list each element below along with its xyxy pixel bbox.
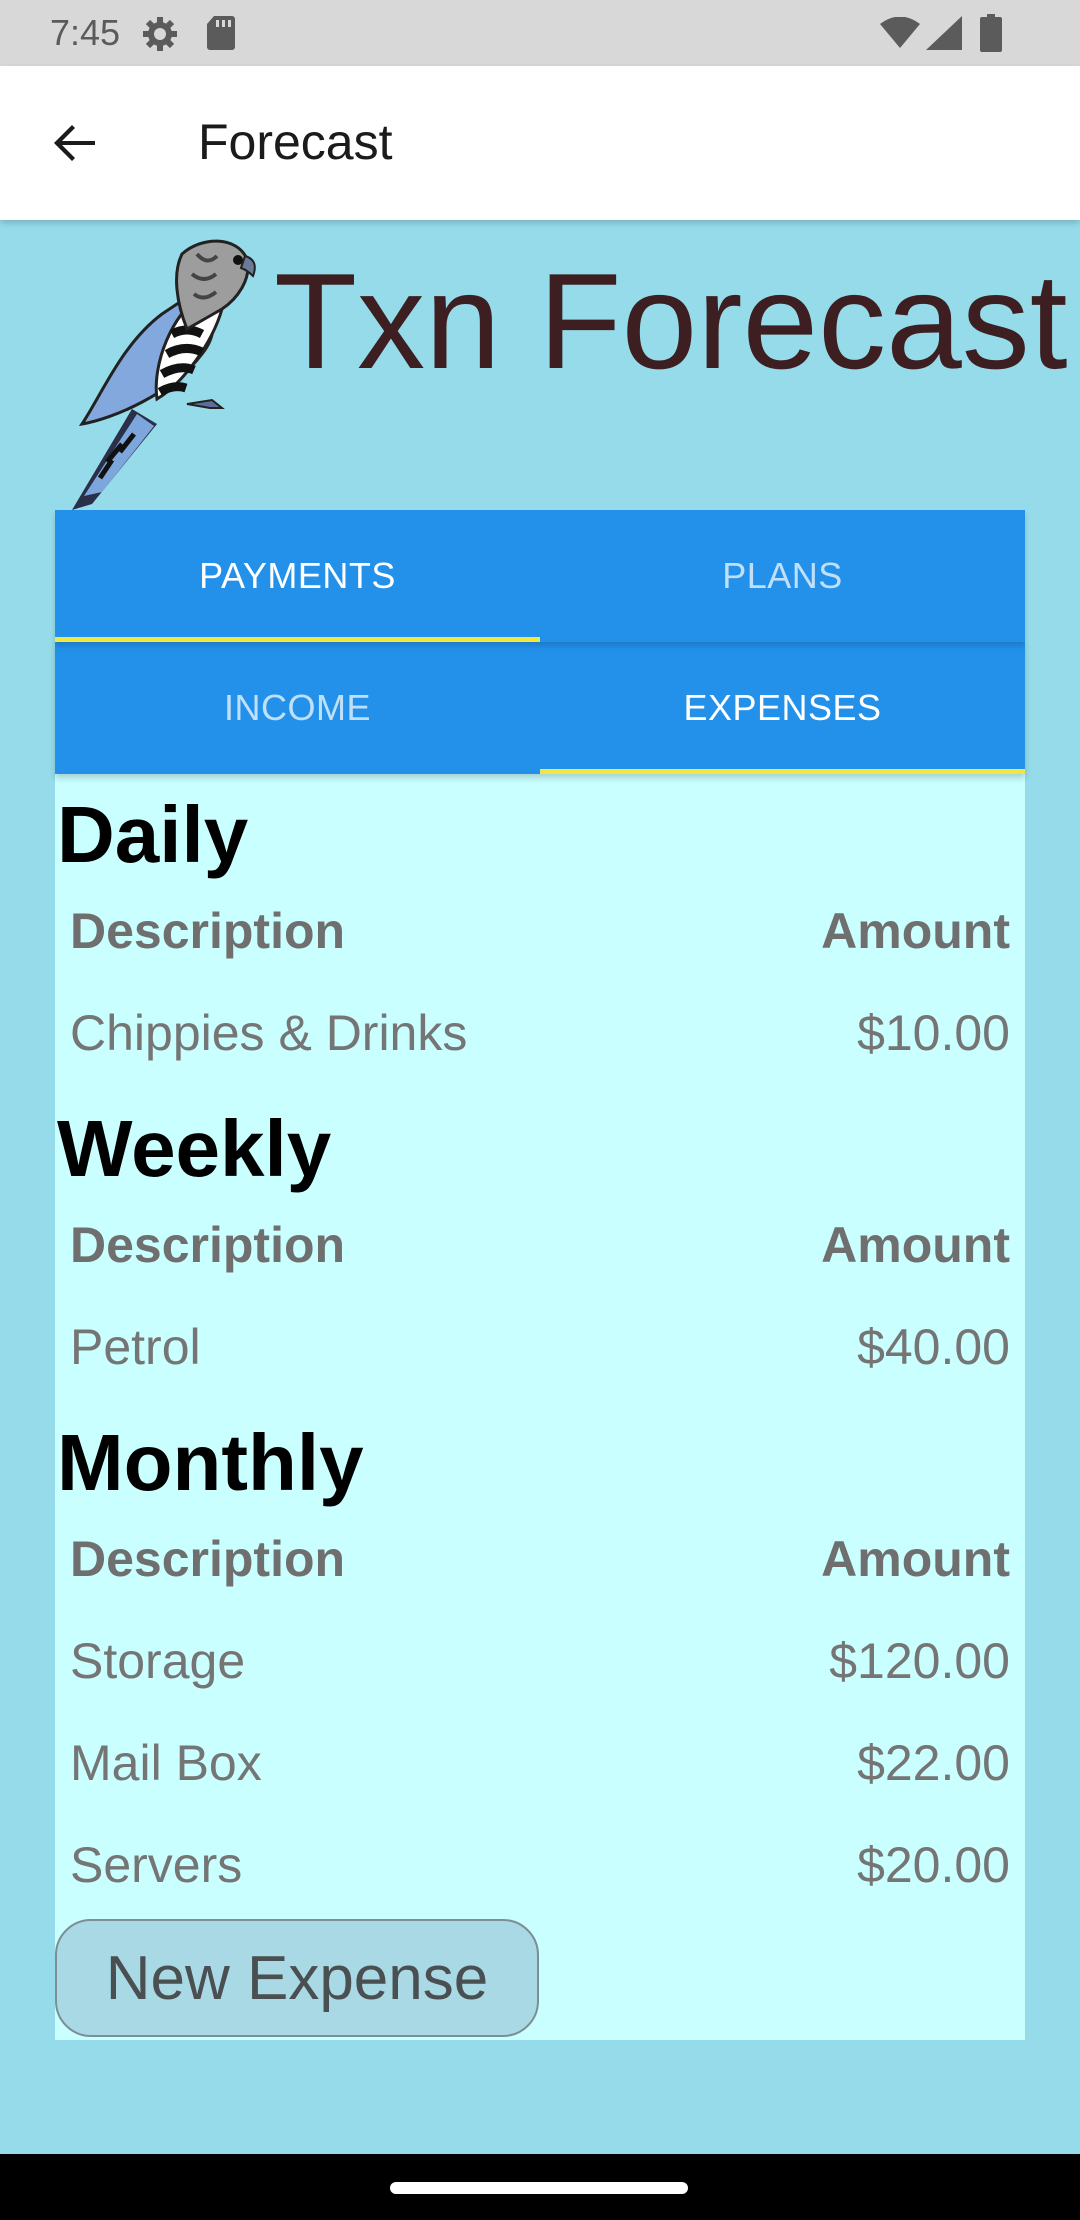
section-heading: Daily	[57, 790, 249, 879]
row-description: Petrol	[70, 1319, 201, 1375]
status-time: 7:45	[50, 12, 121, 53]
arrow-left-icon	[51, 119, 99, 172]
column-amount: Amount	[821, 903, 1010, 959]
primary-tabs: PAYMENTS PLANS	[55, 510, 1025, 642]
parrot-logo	[62, 234, 276, 510]
row-description: Storage	[70, 1633, 246, 1689]
gear-icon	[140, 14, 180, 54]
column-description: Description	[70, 1531, 346, 1587]
table-row[interactable]: Storage $120.00	[55, 1610, 1025, 1712]
tab-payments[interactable]: PAYMENTS	[55, 510, 540, 642]
home-indicator[interactable]	[390, 2182, 688, 2194]
table-header: Description Amount	[55, 1194, 1025, 1296]
table-header: Description Amount	[55, 1508, 1025, 1610]
forecast-card: PAYMENTS PLANS INCOME EXPENSES Daily Des…	[55, 510, 1025, 2040]
section-monthly: Monthly Description Amount Storage $120.…	[55, 1418, 1025, 1916]
section-daily: Daily Description Amount Chippies & Drin…	[55, 790, 1025, 1084]
secondary-tabs: INCOME EXPENSES	[55, 642, 1025, 774]
column-description: Description	[70, 903, 346, 959]
row-amount: $22.00	[857, 1735, 1010, 1791]
expense-table: Description Amount Storage $120.00 Mail …	[55, 1508, 1025, 1916]
hero-title: Txn Forecast	[274, 245, 1068, 397]
column-amount: Amount	[821, 1217, 1010, 1273]
tab-income[interactable]: INCOME	[55, 642, 540, 774]
section-weekly: Weekly Description Amount Petrol $40.00	[55, 1104, 1025, 1398]
wifi-icon	[880, 16, 920, 49]
status-bar: 7:45	[0, 0, 1080, 66]
section-heading: Weekly	[57, 1104, 332, 1193]
battery-icon	[980, 14, 1002, 52]
row-description: Mail Box	[70, 1735, 262, 1791]
column-description: Description	[70, 1217, 346, 1273]
signal-icon	[926, 16, 962, 50]
column-amount: Amount	[821, 1531, 1010, 1587]
back-button[interactable]	[40, 110, 110, 180]
row-description: Chippies & Drinks	[70, 1005, 468, 1061]
row-amount: $120.00	[829, 1633, 1010, 1689]
expense-table: Description Amount Chippies & Drinks $10…	[55, 880, 1025, 1084]
row-amount: $10.00	[857, 1005, 1010, 1061]
tab-plans[interactable]: PLANS	[540, 510, 1025, 642]
app-bar: Forecast	[0, 66, 1080, 220]
table-row[interactable]: Chippies & Drinks $10.00	[55, 982, 1025, 1084]
row-amount: $20.00	[857, 1837, 1010, 1893]
table-header: Description Amount	[55, 880, 1025, 982]
navigation-bar	[0, 2154, 1080, 2220]
new-expense-button[interactable]: New Expense	[55, 1919, 539, 2037]
sd-card-icon	[206, 16, 236, 50]
table-row[interactable]: Mail Box $22.00	[55, 1712, 1025, 1814]
page-title: Forecast	[198, 114, 393, 170]
section-heading: Monthly	[57, 1418, 364, 1507]
expense-table: Description Amount Petrol $40.00	[55, 1194, 1025, 1398]
row-amount: $40.00	[857, 1319, 1010, 1375]
table-row[interactable]: Servers $20.00	[55, 1814, 1025, 1916]
tab-expenses[interactable]: EXPENSES	[540, 642, 1025, 774]
table-row[interactable]: Petrol $40.00	[55, 1296, 1025, 1398]
row-description: Servers	[70, 1837, 243, 1893]
